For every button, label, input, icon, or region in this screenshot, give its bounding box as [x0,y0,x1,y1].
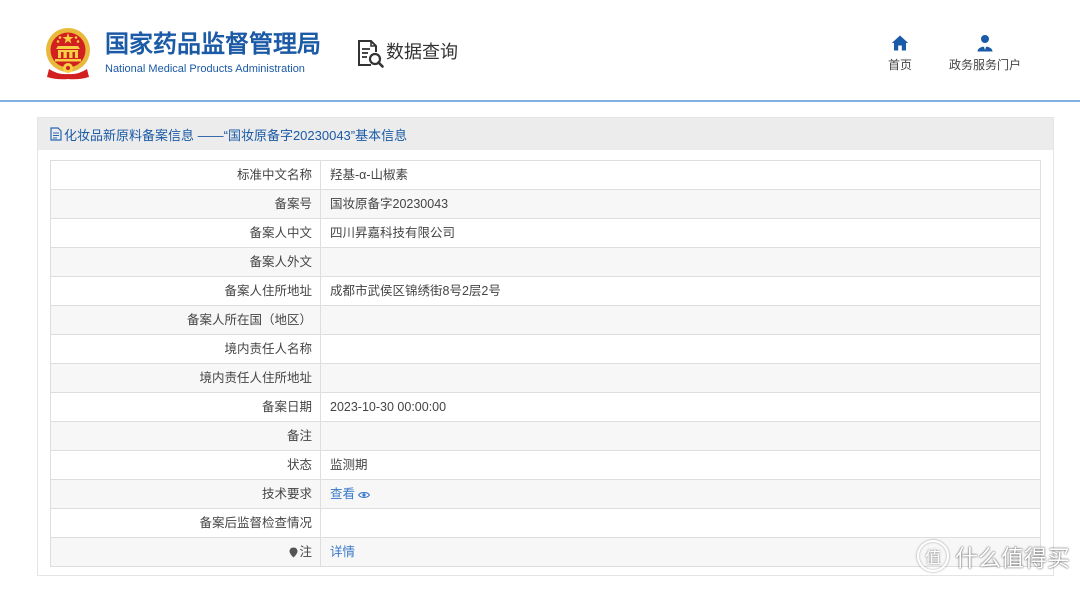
table-row: 备案号 国妆原备字20230043 [50,189,1041,219]
row-label: 境内责任人名称 [224,342,312,356]
pin-icon [289,547,298,558]
row-value: 2023-10-30 00:00:00 [330,400,447,414]
row-value: 成都市武侯区锦绣街8号2层2号 [330,284,501,298]
row-value-cell: 成都市武侯区锦绣街8号2层2号 [320,276,1041,306]
row-value: 羟基-α-山椒素 [330,168,409,182]
document-icon [50,127,62,141]
table-row: 备案后监督检查情况 [50,508,1041,538]
watermark-text: 什么值得买 [955,545,1070,571]
row-label: 备案日期 [261,400,312,414]
row-value-link-text: 查看 [330,487,356,501]
row-label: 备案人中文 [249,226,312,240]
watermark-logo: 值 [917,540,949,572]
header-divider [0,100,1080,102]
row-value-cell [320,508,1041,538]
row-value-cell [320,247,1041,277]
row-value-cell [320,305,1041,335]
row-label-cell: 备案号 [50,189,321,219]
row-label: 备案号 [274,197,312,211]
row-label: 备案人所在国（地区） [186,313,312,327]
row-value-cell: 监测期 [320,450,1041,480]
table-row: 技术要求 查看 [50,479,1041,509]
data-query-icon [356,39,384,69]
row-value-link-text: 详情 [330,545,356,559]
row-value-cell [320,334,1041,364]
row-label: 备案后监督检查情况 [199,516,312,530]
eye-icon [357,491,371,498]
row-label-cell: 备案后监督检查情况 [50,508,321,538]
row-label: 技术要求 [261,487,312,501]
row-label-cell: 境内责任人住所地址 [50,363,321,393]
org-name-en: National Medical Products Administration [105,63,305,75]
row-value-cell: 2023-10-30 00:00:00 [320,392,1041,422]
row-value-cell: 四川昇嘉科技有限公司 [320,218,1041,248]
row-label: 备案人住所地址 [224,284,312,298]
row-label-cell: 状态 [50,450,321,480]
module-title: 数据查询 [386,42,458,62]
row-value: 四川昇嘉科技有限公司 [330,226,456,240]
table-row: 备案人中文 四川昇嘉科技有限公司 [50,218,1041,248]
info-table-body: 标准中文名称 羟基-α-山椒素备案号 国妆原备字20230043 备案人中文 四川昇嘉科… [50,160,1041,567]
table-row: 备注 [50,421,1041,451]
watermark: 值 什么值得买 [917,539,1070,573]
info-table: 标准中文名称 羟基-α-山椒素备案号 国妆原备字20230043 备案人中文 四川昇嘉科… [50,160,1041,567]
table-row: 注 详情 [50,537,1041,567]
table-row: 备案人所在国（地区） [50,305,1041,335]
nav-home[interactable]: 首页 [870,34,930,72]
row-value-cell: 国妆原备字20230043 [320,189,1041,219]
row-value: 国妆原备字20230043 [330,197,449,211]
row-label: 标准中文名称 [236,168,312,182]
row-value: 监测期 [330,458,368,472]
row-value-link[interactable]: 查看 [330,487,371,501]
row-label-cell: 备注 [50,421,321,451]
row-label: 状态 [286,458,312,472]
row-label: 注 [299,545,312,559]
table-row: 状态 监测期 [50,450,1041,480]
row-label-cell: 标准中文名称 [50,160,321,190]
nav-service-portal-label: 政务服务门户 [948,58,1021,72]
table-row: 标准中文名称 羟基-α-山椒素 [50,160,1041,190]
nav-home-label: 首页 [887,58,912,72]
row-value-cell [320,363,1041,393]
panel-header: 化妆品新原料备案信息 ——“国妆原备字20230043”基本信息 [38,118,1053,150]
row-label-cell: 备案人所在国（地区） [50,305,321,335]
table-row: 境内责任人名称 [50,334,1041,364]
table-row: 境内责任人住所地址 [50,363,1041,393]
table-row: 备案日期 2023-10-30 00:00:00 [50,392,1041,422]
row-label-cell: 注 [50,537,321,567]
row-value-cell: 查看 [320,479,1041,509]
row-label: 备注 [286,429,312,443]
table-row: 备案人外文 [50,247,1041,277]
org-name-cn: 国家药品监督管理局 [105,31,321,58]
nav-service-portal[interactable]: 政务服务门户 [940,34,1030,72]
row-label: 境内责任人住所地址 [199,371,312,385]
table-row: 备案人住所地址 成都市武侯区锦绣街8号2层2号 [50,276,1041,306]
record-info-panel: 化妆品新原料备案信息 ——“国妆原备字20230043”基本信息 标准中文名称 羟… [37,117,1054,576]
home-icon [891,35,909,51]
row-label-cell: 备案日期 [50,392,321,422]
row-label-cell: 备案人住所地址 [50,276,321,306]
user-icon [977,35,993,52]
row-label-cell: 境内责任人名称 [50,334,321,364]
panel-title: 化妆品新原料备案信息 ——“国妆原备字20230043”基本信息 [64,127,408,143]
row-value-cell: 羟基-α-山椒素 [320,160,1041,190]
row-value-link[interactable]: 详情 [330,545,355,559]
row-label-cell: 备案人外文 [50,247,321,277]
national-emblem-icon [43,25,93,81]
row-value-cell [320,421,1041,451]
row-label-cell: 技术要求 [50,479,321,509]
info-table-wrap: 标准中文名称 羟基-α-山椒素备案号 国妆原备字20230043 备案人中文 四川昇嘉科… [50,160,1041,567]
row-label: 备案人外文 [249,255,312,269]
row-label-cell: 备案人中文 [50,218,321,248]
